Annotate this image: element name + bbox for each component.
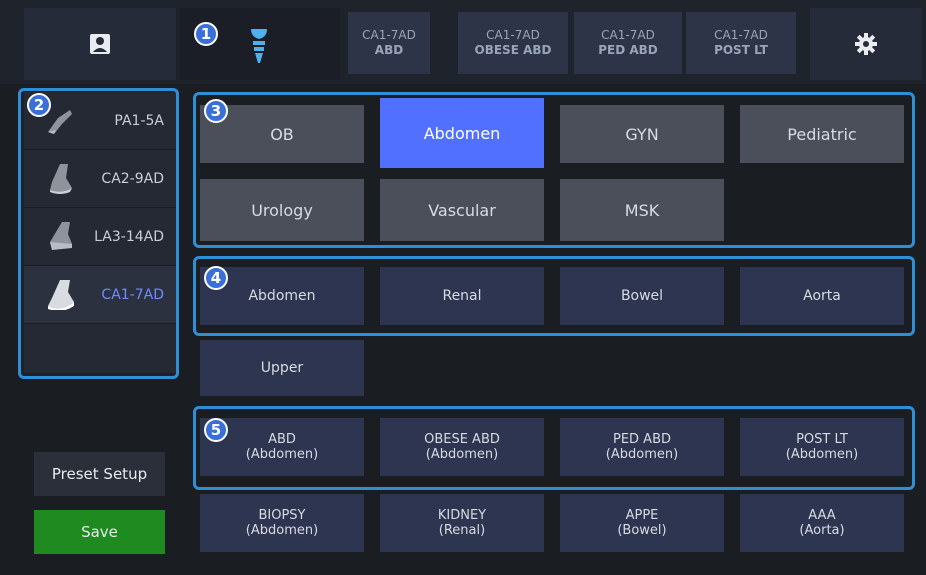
mode-tab-probe: CA1-7AD: [362, 28, 416, 42]
user-profile-icon: [90, 34, 110, 54]
preset-kidney[interactable]: KIDNEY (Renal): [380, 494, 544, 552]
gear-icon: [855, 33, 877, 55]
preset-group: (Aorta): [799, 523, 845, 538]
mode-tab-1[interactable]: CA1-7AD ABD: [348, 12, 430, 74]
preset-group: (Renal): [438, 523, 486, 538]
callout-badge-1: 1: [194, 22, 218, 46]
category-msk[interactable]: MSK: [560, 179, 724, 241]
preset-aaa[interactable]: AAA (Aorta): [740, 494, 904, 552]
probe-label: PA1-5A: [114, 112, 164, 129]
callout-badge-5: 5: [204, 418, 228, 442]
category-urology[interactable]: Urology: [200, 179, 364, 241]
category-vascular[interactable]: Vascular: [380, 179, 544, 241]
subcategory-aorta[interactable]: Aorta: [740, 267, 904, 325]
preset-name: AAA: [808, 508, 836, 523]
mode-tab-probe: CA1-7AD: [486, 28, 540, 42]
preset-group: (Bowel): [617, 523, 667, 538]
probe-icon: [251, 29, 267, 63]
mode-tab-preset: OBESE ABD: [474, 43, 552, 57]
mode-tab-probe: CA1-7AD: [601, 28, 655, 42]
callout-badge-3: 3: [204, 99, 228, 123]
preset-biopsy[interactable]: BIOPSY (Abdomen): [200, 494, 364, 552]
preset-obese-abd[interactable]: OBESE ABD (Abdomen): [380, 418, 544, 476]
subcategory-upper[interactable]: Upper: [200, 340, 364, 396]
category-abdomen[interactable]: Abdomen: [380, 98, 544, 168]
category-pediatric[interactable]: Pediatric: [740, 105, 904, 163]
preset-name: ABD: [268, 432, 296, 447]
probe-item-la3-14ad[interactable]: LA3-14AD: [24, 208, 176, 266]
probe-label: CA1-7AD: [101, 286, 164, 303]
category-gyn[interactable]: GYN: [560, 105, 724, 163]
preset-name: APPE: [625, 508, 659, 523]
preset-ped-abd[interactable]: PED ABD (Abdomen): [560, 418, 724, 476]
subcategory-bowel[interactable]: Bowel: [560, 267, 724, 325]
callout-badge-2: 2: [27, 93, 51, 117]
probe-label: CA2-9AD: [101, 170, 164, 187]
preset-group: (Abdomen): [785, 447, 859, 462]
probe-thumbnail-icon: [48, 280, 74, 310]
subcategory-renal[interactable]: Renal: [380, 267, 544, 325]
probe-item-ca2-9ad[interactable]: CA2-9AD: [24, 150, 176, 208]
mode-tab-preset: ABD: [374, 43, 404, 57]
probe-thumbnail-icon: [50, 222, 72, 250]
preset-screen: 1 CA1-7AD ABD CA1-7AD OBESE ABD CA1-7AD …: [0, 0, 926, 575]
probe-thumbnail-icon: [50, 164, 72, 194]
mode-tab-preset: POST LT: [714, 43, 768, 57]
preset-name: KIDNEY: [437, 508, 487, 523]
callout-badge-4: 4: [204, 266, 228, 290]
save-button[interactable]: Save: [34, 510, 165, 554]
mode-tab-preset: PED ABD: [598, 43, 658, 57]
preset-setup-button[interactable]: Preset Setup: [34, 452, 165, 496]
top-bar: 1 CA1-7AD ABD CA1-7AD OBESE ABD CA1-7AD …: [0, 0, 926, 84]
preset-name: OBESE ABD: [424, 432, 500, 447]
preset-group: (Abdomen): [425, 447, 499, 462]
settings-button[interactable]: [810, 8, 922, 80]
probe-status-area: 1: [180, 8, 340, 80]
mode-tab-2[interactable]: CA1-7AD OBESE ABD: [458, 12, 568, 74]
preset-group: (Abdomen): [245, 447, 319, 462]
preset-group: (Abdomen): [605, 447, 679, 462]
probe-item-ca1-7ad[interactable]: CA1-7AD: [24, 266, 176, 324]
preset-name: PED ABD: [612, 432, 672, 447]
preset-group: (Abdomen): [245, 523, 319, 538]
user-profile-button[interactable]: [24, 8, 176, 80]
probe-item-empty: [24, 324, 176, 374]
mode-tab-3[interactable]: CA1-7AD PED ABD: [574, 12, 682, 74]
preset-name: BIOPSY: [258, 508, 306, 523]
probe-label: LA3-14AD: [94, 228, 164, 245]
mode-tab-probe: CA1-7AD: [714, 28, 768, 42]
preset-name: POST LT: [796, 432, 848, 447]
mode-tab-4[interactable]: CA1-7AD POST LT: [686, 12, 796, 74]
preset-appe[interactable]: APPE (Bowel): [560, 494, 724, 552]
preset-post-lt[interactable]: POST LT (Abdomen): [740, 418, 904, 476]
